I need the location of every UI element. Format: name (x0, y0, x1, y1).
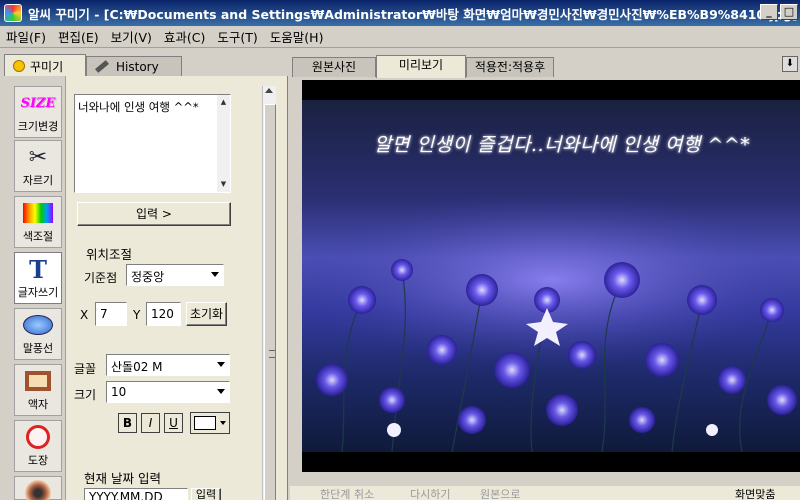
tab-preview[interactable]: 미리보기 (376, 55, 466, 78)
maximize-button[interactable]: □ (780, 4, 798, 20)
preview-image[interactable]: 알면 인생이 즐겁다..너와나에 인생 여행 ^^* (302, 100, 800, 452)
chevron-down-icon (211, 272, 219, 277)
tab-decorate[interactable]: 꾸미기 (4, 54, 86, 77)
menu-file[interactable]: 파일(F) (0, 27, 52, 46)
menu-tools[interactable]: 도구(T) (211, 27, 263, 46)
text-entry-scrollbar[interactable]: ▲ ▼ (217, 95, 230, 192)
tool-crop-label: 자르기 (22, 174, 54, 187)
chevron-down-icon (217, 362, 225, 367)
frame-icon (25, 371, 51, 391)
tool-speech-bubble[interactable]: 말풍선 (14, 308, 62, 360)
date-section-title: 현재 날짜 입력 (84, 471, 161, 486)
save-icon[interactable]: ⬇ (782, 56, 798, 72)
tool-text-label: 글자쓰기 (17, 286, 59, 299)
tool-crop[interactable]: ✂ 자르기 (14, 140, 62, 192)
scrollbar-thumb[interactable] (264, 104, 276, 500)
date-format-dropdown[interactable]: YYYY.MM.DD (84, 488, 188, 500)
scissors-icon: ✂ (28, 144, 48, 170)
tool-text[interactable]: T 글자쓰기 (14, 252, 62, 304)
x-input[interactable]: 7 (95, 302, 127, 326)
tab-original[interactable]: 원본사진 (292, 57, 376, 77)
title-bar: 알씨 꾸미기 - [C:₩Documents and Settings₩Admi… (0, 0, 800, 26)
text-entry-value: 너와나에 인생 여행 ^^* (78, 100, 199, 114)
pencil-icon (95, 60, 109, 73)
tool-color-label: 색조절 (22, 230, 54, 243)
stamp-icon (26, 425, 50, 449)
app-icon (4, 4, 22, 22)
grip-icon (269, 350, 275, 358)
position-section-title: 위치조절 (86, 247, 133, 262)
chevron-down-icon (220, 421, 226, 425)
scroll-down-icon[interactable]: ▼ (218, 179, 229, 190)
text-entry-field[interactable]: 너와나에 인생 여행 ^^* ▲ ▼ (74, 94, 231, 193)
eye-icon (25, 480, 51, 500)
tool-stamp[interactable]: 도장 (14, 420, 62, 472)
undo-button[interactable]: 한단계 취소 (320, 486, 374, 500)
menu-effects[interactable]: 효과(C) (158, 27, 211, 46)
tab-decorate-label: 꾸미기 (30, 59, 64, 74)
text-color-picker[interactable] (190, 412, 230, 434)
x-label: X (80, 308, 89, 322)
size-label: 크기 (74, 388, 97, 402)
color-palette-icon (23, 203, 53, 223)
reset-button[interactable]: 초기화 (186, 302, 227, 326)
underline-button[interactable]: U (164, 413, 183, 433)
tool-resize[interactable]: SIZE 크기변경 (14, 86, 62, 138)
tool-frame[interactable]: 액자 (14, 364, 62, 416)
preview-tabs: 원본사진 미리보기 적용전:적용후 ⬇ (290, 54, 800, 78)
anchor-label: 기준점 (84, 271, 118, 285)
font-label: 글꼴 (74, 362, 97, 376)
text-tool-icon: T (29, 254, 47, 284)
window-title: 알씨 꾸미기 - [C:₩Documents and Settings₩Admi… (28, 6, 798, 22)
y-label: Y (133, 308, 141, 322)
chevron-down-icon (217, 389, 225, 394)
bold-button[interactable]: B (118, 413, 137, 433)
window-controls: _ □ (760, 4, 798, 20)
tool-stamp-label: 도장 (27, 454, 49, 467)
redo-button[interactable]: 다시하기 (410, 486, 450, 500)
tool-column: SIZE 크기변경 ✂ 자르기 색조절 T 글자쓰기 말풍선 액자 도장 (0, 76, 66, 500)
left-panel-tabs: 꾸미기 History (0, 54, 288, 77)
y-input[interactable]: 120 (146, 302, 181, 326)
tool-frame-label: 액자 (27, 398, 49, 411)
color-swatch (194, 416, 216, 430)
tab-before-after[interactable]: 적용전:적용후 (466, 57, 554, 77)
anchor-dropdown[interactable]: 정중앙 (126, 264, 224, 286)
original-button[interactable]: 원본으로 (480, 486, 520, 500)
font-value: 산돌02 M (111, 360, 163, 374)
size-dropdown[interactable]: 10 (106, 381, 230, 403)
panel-scrollbar[interactable] (262, 86, 276, 500)
font-dropdown[interactable]: 산돌02 M (106, 354, 230, 376)
preview-toolbar: 한단계 취소 다시하기 원본으로 화면맞춤 (290, 486, 800, 500)
size-value: 10 (111, 385, 127, 399)
date-input-button[interactable]: 입력 (191, 488, 221, 500)
tab-history-label: History (116, 59, 159, 74)
scroll-up-icon[interactable]: ▲ (218, 97, 229, 108)
preview-caption: 알면 인생이 즐겁다..너와나에 인생 여행 ^^* (374, 134, 751, 156)
menu-bar: 파일(F) 편집(E) 보기(V) 효과(C) 도구(T) 도움말(H) (0, 26, 800, 48)
tool-color-adjust[interactable]: 색조절 (14, 196, 62, 248)
tool-eye[interactable] (14, 476, 62, 500)
scroll-up-icon[interactable] (265, 88, 273, 93)
fit-screen-button[interactable]: 화면맞춤 (735, 486, 775, 500)
anchor-value: 정중앙 (131, 270, 165, 284)
decorate-panel: SIZE 크기변경 ✂ 자르기 색조절 T 글자쓰기 말풍선 액자 도장 너와나… (0, 76, 288, 500)
speech-bubble-icon (23, 315, 53, 335)
menu-view[interactable]: 보기(V) (105, 27, 158, 46)
smiley-icon (13, 60, 25, 72)
input-text-button[interactable]: 입력 > (77, 202, 231, 226)
menu-edit[interactable]: 편집(E) (52, 27, 105, 46)
size-icon: SIZE (20, 95, 56, 111)
menu-help[interactable]: 도움말(H) (264, 27, 330, 46)
tool-resize-label: 크기변경 (17, 120, 59, 133)
tool-bubble-label: 말풍선 (22, 342, 54, 355)
minimize-button[interactable]: _ (760, 4, 778, 20)
date-format-value: YYYY.MM.DD (89, 490, 163, 500)
tab-history[interactable]: History (86, 56, 182, 76)
italic-button[interactable]: I (141, 413, 160, 433)
